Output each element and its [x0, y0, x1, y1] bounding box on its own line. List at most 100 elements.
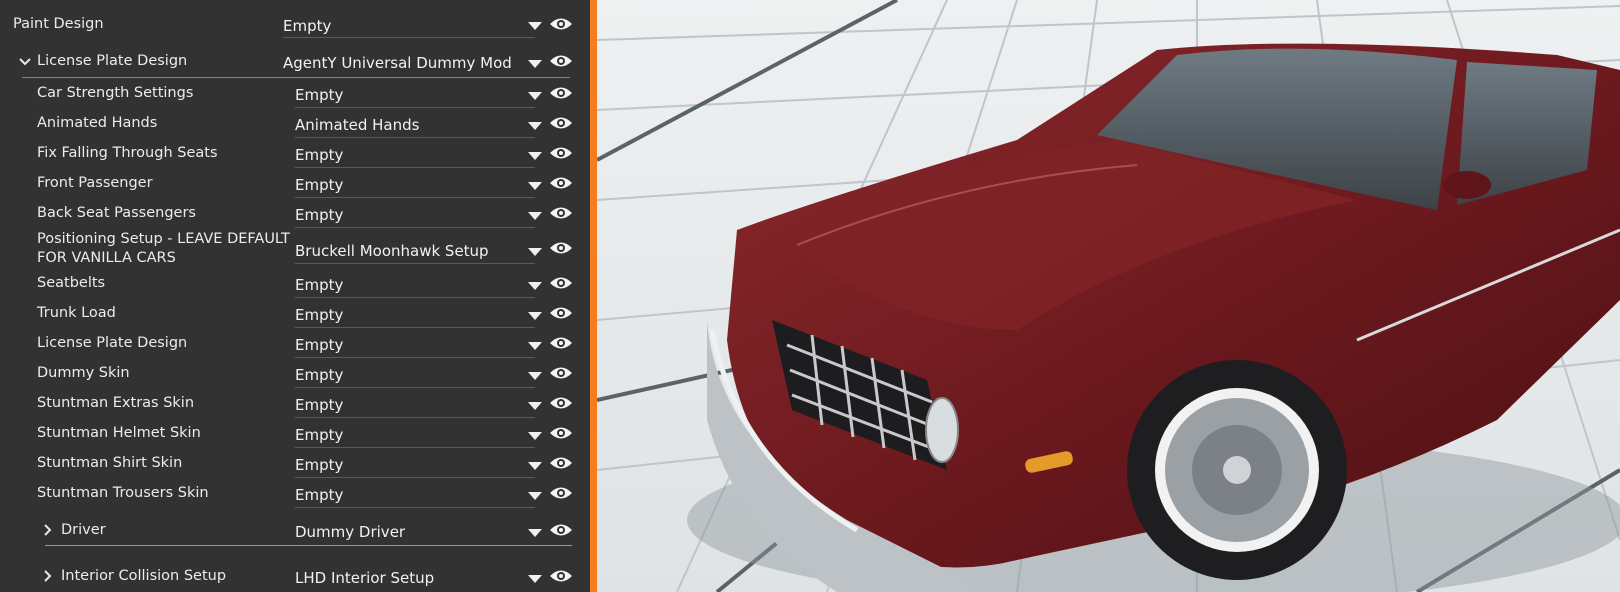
dropdown-value[interactable]: Empty — [295, 275, 520, 295]
caret-down-icon[interactable] — [528, 462, 542, 470]
vehicle-config-panel: Paint Design Empty License Plate Design … — [0, 0, 590, 592]
dropdown-underline — [295, 357, 535, 358]
row-label: Car Strength Settings — [37, 85, 194, 101]
row-label: Trunk Load — [37, 305, 116, 321]
eye-icon[interactable] — [549, 485, 573, 501]
chevron-right-icon[interactable] — [41, 523, 55, 537]
3d-viewport[interactable] — [597, 0, 1620, 592]
caret-down-icon[interactable] — [528, 248, 542, 256]
dropdown-value[interactable]: Empty — [295, 365, 520, 385]
row-label: Stuntman Trousers Skin — [37, 485, 209, 501]
dropdown-value[interactable]: Empty — [295, 395, 520, 415]
eye-icon[interactable] — [549, 455, 573, 471]
eye-icon[interactable] — [549, 395, 573, 411]
dropdown-value[interactable]: Empty — [295, 145, 520, 165]
caret-down-icon[interactable] — [528, 575, 542, 583]
eye-icon[interactable] — [549, 275, 573, 291]
row-label: Interior Collision Setup — [61, 568, 227, 584]
dropdown-underline — [295, 327, 535, 328]
row-label: Paint Design — [13, 16, 104, 32]
config-row-license-plate-design[interactable]: License Plate Design Empty — [0, 334, 590, 363]
eye-icon[interactable] — [549, 115, 573, 131]
config-row-interior-collision-group[interactable]: Interior Collision Setup LHD Interior Se… — [0, 564, 590, 592]
caret-down-icon[interactable] — [528, 60, 542, 68]
caret-down-icon[interactable] — [528, 342, 542, 350]
dropdown-value[interactable]: LHD Interior Setup — [295, 568, 520, 588]
config-row-front-passenger[interactable]: Front Passenger Empty — [0, 170, 590, 199]
config-row-stuntman-trousers-skin[interactable]: Stuntman Trousers Skin Empty — [0, 484, 590, 513]
eye-icon[interactable] — [549, 522, 573, 538]
eye-icon[interactable] — [549, 145, 573, 161]
dropdown-underline — [295, 417, 535, 418]
dropdown-value[interactable]: Empty — [295, 205, 520, 225]
caret-down-icon[interactable] — [528, 372, 542, 380]
caret-down-icon[interactable] — [528, 152, 542, 160]
caret-down-icon[interactable] — [528, 282, 542, 290]
eye-icon[interactable] — [549, 568, 573, 584]
panel-resize-divider[interactable] — [590, 0, 597, 592]
config-row-back-seat-passengers[interactable]: Back Seat Passengers Empty — [0, 200, 590, 229]
dropdown-value[interactable]: Animated Hands — [295, 115, 520, 135]
config-row-stuntman-extras-skin[interactable]: Stuntman Extras Skin Empty — [0, 394, 590, 423]
row-label: Animated Hands — [37, 115, 158, 131]
eye-icon[interactable] — [549, 205, 573, 221]
caret-down-icon[interactable] — [528, 212, 542, 220]
eye-icon[interactable] — [549, 425, 573, 441]
config-row-paint-design[interactable]: Paint Design Empty — [0, 0, 590, 38]
config-row-positioning-setup[interactable]: Positioning Setup - LEAVE DEFAULT FOR VA… — [0, 230, 590, 270]
row-label: Stuntman Extras Skin — [37, 395, 195, 411]
dropdown-value[interactable]: Empty — [295, 455, 520, 475]
config-row-driver-group[interactable]: Driver Dummy Driver — [0, 518, 590, 548]
dropdown-value[interactable]: Dummy Driver — [295, 522, 520, 542]
dropdown-value[interactable]: Bruckell Moonhawk Setup — [295, 241, 520, 261]
chevron-right-icon[interactable] — [41, 569, 55, 583]
config-row-license-plate-design-group[interactable]: License Plate Design AgentY Universal Du… — [0, 38, 590, 78]
dropdown-value[interactable]: Empty — [295, 425, 520, 445]
dropdown-value[interactable]: Empty — [295, 175, 520, 195]
caret-down-icon[interactable] — [528, 312, 542, 320]
caret-down-icon[interactable] — [528, 492, 542, 500]
caret-down-icon[interactable] — [528, 122, 542, 130]
row-label: Stuntman Shirt Skin — [37, 455, 183, 471]
caret-down-icon[interactable] — [528, 402, 542, 410]
eye-icon[interactable] — [549, 335, 573, 351]
group-underline — [22, 77, 570, 78]
dropdown-value[interactable]: Empty — [295, 305, 520, 325]
config-row-stuntman-helmet-skin[interactable]: Stuntman Helmet Skin Empty — [0, 424, 590, 453]
dropdown-value[interactable]: Empty — [295, 485, 520, 505]
config-row-trunk-load[interactable]: Trunk Load Empty — [0, 304, 590, 333]
caret-down-icon[interactable] — [528, 92, 542, 100]
row-label: Stuntman Helmet Skin — [37, 425, 201, 441]
config-row-stuntman-shirt-skin[interactable]: Stuntman Shirt Skin Empty — [0, 454, 590, 483]
group-underline — [45, 545, 572, 546]
eye-icon[interactable] — [549, 16, 573, 32]
caret-down-icon[interactable] — [528, 529, 542, 537]
row-label: Front Passenger — [37, 175, 153, 191]
dropdown-underline — [295, 197, 535, 198]
eye-icon[interactable] — [549, 85, 573, 101]
caret-down-icon[interactable] — [528, 22, 542, 30]
row-label: License Plate Design — [37, 335, 188, 351]
config-row-seatbelts[interactable]: Seatbelts Empty — [0, 274, 590, 303]
eye-icon[interactable] — [549, 365, 573, 381]
dropdown-value[interactable]: Empty — [295, 335, 520, 355]
row-label: Seatbelts — [37, 275, 106, 291]
dropdown-underline — [295, 447, 535, 448]
eye-icon[interactable] — [549, 175, 573, 191]
dropdown-value[interactable]: AgentY Universal Dummy Mod — [283, 53, 523, 73]
caret-down-icon[interactable] — [528, 432, 542, 440]
dropdown-value[interactable]: Empty — [283, 16, 523, 36]
eye-icon[interactable] — [549, 53, 573, 69]
config-row-car-strength-settings[interactable]: Car Strength Settings Empty — [0, 80, 590, 109]
config-row-animated-hands[interactable]: Animated Hands Animated Hands — [0, 110, 590, 139]
config-row-dummy-skin[interactable]: Dummy Skin Empty — [0, 364, 590, 393]
caret-down-icon[interactable] — [528, 182, 542, 190]
chevron-down-icon[interactable] — [18, 55, 32, 69]
dropdown-value[interactable]: Empty — [295, 85, 520, 105]
eye-icon[interactable] — [549, 240, 573, 256]
vehicle-preview-scene — [597, 0, 1620, 592]
config-row-fix-falling-through-seats[interactable]: Fix Falling Through Seats Empty — [0, 140, 590, 169]
row-label: Positioning Setup - LEAVE DEFAULT — [37, 231, 290, 247]
dropdown-underline — [295, 477, 535, 478]
eye-icon[interactable] — [549, 305, 573, 321]
